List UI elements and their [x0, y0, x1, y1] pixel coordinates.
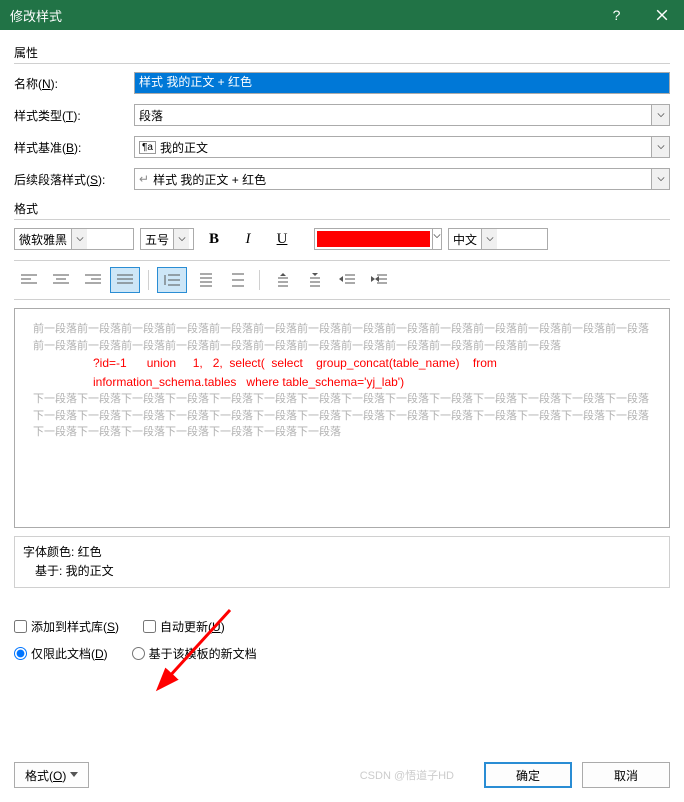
- line-spacing-15-button[interactable]: [189, 267, 219, 293]
- style-type-combo[interactable]: 段落: [134, 104, 670, 126]
- properties-section-label: 属性: [14, 44, 670, 61]
- space-before-dec-button[interactable]: [300, 267, 330, 293]
- preview-after-text: 下一段落下一段落下一段落下一段落下一段落下一段落下一段落下一段落下一段落下一段落…: [33, 391, 651, 441]
- chevron-down-icon[interactable]: [651, 137, 669, 157]
- close-button[interactable]: [639, 0, 684, 30]
- titlebar: 修改样式 ?: [0, 0, 684, 30]
- underline-button[interactable]: U: [268, 228, 296, 250]
- description-box: 字体颜色: 红色 基于: 我的正文: [14, 536, 670, 588]
- align-right-button[interactable]: [78, 267, 108, 293]
- next-style-combo[interactable]: ↵样式 我的正文 + 红色: [134, 168, 670, 190]
- italic-button[interactable]: I: [234, 228, 262, 250]
- only-this-doc-radio[interactable]: 仅限此文档(D): [14, 645, 108, 662]
- chevron-down-icon[interactable]: [481, 229, 497, 249]
- chevron-down-icon[interactable]: [651, 105, 669, 125]
- font-name-combo[interactable]: 微软雅黑: [14, 228, 134, 250]
- auto-update-checkbox[interactable]: 自动更新(U): [143, 618, 225, 635]
- format-section-label: 格式: [14, 200, 670, 217]
- line-spacing-1-button[interactable]: [157, 267, 187, 293]
- next-style-label: 后续段落样式(S):: [14, 171, 134, 188]
- ok-button[interactable]: 确定: [484, 762, 572, 788]
- style-base-combo[interactable]: ¶a我的正文: [134, 136, 670, 158]
- template-new-doc-radio[interactable]: 基于该模板的新文档: [132, 645, 257, 662]
- cancel-button[interactable]: 取消: [582, 762, 670, 788]
- preview-box: 前一段落前一段落前一段落前一段落前一段落前一段落前一段落前一段落前一段落前一段落…: [14, 308, 670, 528]
- bold-button[interactable]: B: [200, 228, 228, 250]
- dialog-title: 修改样式: [10, 6, 594, 25]
- chevron-down-icon[interactable]: [71, 229, 87, 249]
- color-swatch: [317, 231, 430, 247]
- align-justify-button[interactable]: [110, 267, 140, 293]
- style-type-label: 样式类型(T):: [14, 107, 134, 124]
- desc-line-1: 字体颜色: 红色: [23, 543, 661, 562]
- desc-line-2: 基于: 我的正文: [23, 562, 661, 581]
- chevron-down-icon[interactable]: [432, 229, 441, 249]
- name-input[interactable]: 样式 我的正文 + 红色: [134, 72, 670, 94]
- style-base-label: 样式基准(B):: [14, 139, 134, 156]
- chevron-down-icon: [70, 772, 78, 778]
- line-spacing-2-button[interactable]: [221, 267, 251, 293]
- indent-dec-button[interactable]: [332, 267, 362, 293]
- name-label: 名称(N):: [14, 75, 134, 92]
- space-before-inc-button[interactable]: [268, 267, 298, 293]
- help-button[interactable]: ?: [594, 0, 639, 30]
- align-left-button[interactable]: [14, 267, 44, 293]
- font-color-combo[interactable]: [314, 228, 442, 250]
- indent-inc-button[interactable]: [364, 267, 394, 293]
- language-combo[interactable]: 中文: [448, 228, 548, 250]
- paragraph-icon: ¶a: [139, 141, 156, 154]
- paragraph-toolbar: [14, 260, 670, 300]
- format-menu-button[interactable]: 格式(O): [14, 762, 89, 788]
- chevron-down-icon[interactable]: [173, 229, 189, 249]
- align-center-button[interactable]: [46, 267, 76, 293]
- font-size-combo[interactable]: 五号: [140, 228, 194, 250]
- preview-before-text: 前一段落前一段落前一段落前一段落前一段落前一段落前一段落前一段落前一段落前一段落…: [33, 321, 651, 354]
- preview-red-text: ?id=-1 union 1, 2, select( select group_…: [33, 354, 651, 391]
- watermark: CSDN @悟道子HD: [360, 767, 454, 783]
- chevron-down-icon[interactable]: [651, 169, 669, 189]
- add-to-style-lib-checkbox[interactable]: 添加到样式库(S): [14, 618, 119, 635]
- return-icon: ↵: [139, 172, 149, 186]
